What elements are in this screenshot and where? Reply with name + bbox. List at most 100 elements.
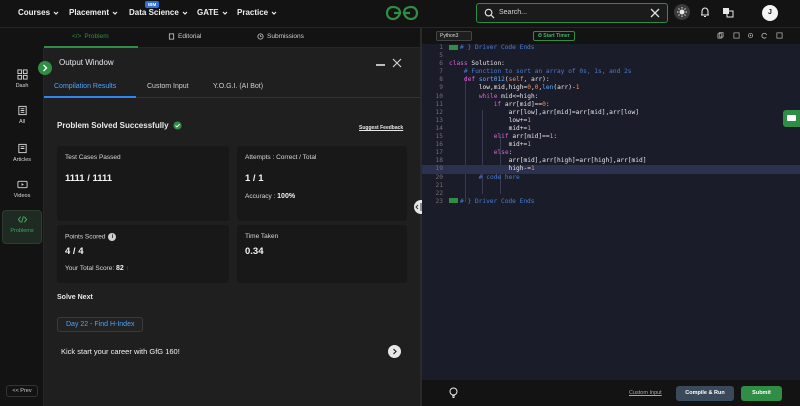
line-number: 7 <box>439 68 443 76</box>
code-line[interactable]: 10 while mid<=high: <box>422 93 800 101</box>
tab-problem[interactable]: </> Problem <box>72 33 109 40</box>
code-line[interactable]: 18 arr[mid],arr[high]=arr[high],arr[mid] <box>422 157 800 165</box>
editor-toolbar: Python3 ⏱ Start Timer <box>422 28 800 44</box>
start-timer-button[interactable]: ⏱ Start Timer <box>533 31 575 41</box>
chevron-down-icon <box>222 11 228 15</box>
gfg-logo[interactable] <box>385 5 419 21</box>
tab-editorial-label: Editorial <box>178 33 202 40</box>
code-text: low+=1 <box>449 116 531 124</box>
ibm-badge: IBM <box>145 1 160 8</box>
code-line[interactable]: 11 if arr[mid]==0: <box>422 101 800 109</box>
tab-compilation-results[interactable]: Compilation Results <box>54 83 116 90</box>
sidebar-item-dash[interactable]: Dash <box>2 66 42 100</box>
settings-icon[interactable] <box>747 32 754 39</box>
code-text: def sort012(self, arr): <box>463 76 550 84</box>
save-icon[interactable] <box>733 32 740 39</box>
search-input[interactable]: Search... <box>499 9 527 16</box>
code-line[interactable]: 6 class Solution: <box>422 60 800 68</box>
minimize-icon[interactable] <box>376 64 385 66</box>
compile-run-button[interactable]: Compile & Run <box>676 386 734 401</box>
nav-courses[interactable]: Courses <box>18 8 59 17</box>
chat-float-button[interactable] <box>783 110 800 127</box>
theme-toggle-button[interactable] <box>674 4 690 20</box>
avatar[interactable]: J <box>762 5 778 21</box>
code-line[interactable]: 22 <box>422 190 800 198</box>
fold-marker-icon[interactable] <box>449 44 458 50</box>
sidebar-item-problems[interactable]: Problems <box>2 210 42 244</box>
left-sidebar: Dash All Articles Videos Problems << Pre… <box>0 48 44 406</box>
kickstart-arrow-button[interactable] <box>388 345 401 358</box>
line-number: 19 <box>435 165 443 173</box>
tab-custom-input[interactable]: Custom Input <box>147 83 189 90</box>
code-line[interactable]: 19 high-=1 <box>422 165 800 174</box>
tab-submissions[interactable]: Submissions <box>257 33 304 40</box>
fold-marker-icon[interactable] <box>449 198 458 204</box>
accuracy: Accuracy : 100% <box>245 193 295 200</box>
line-number: 1 <box>439 44 443 51</box>
code-line[interactable]: 16 mid+=1 <box>422 141 800 149</box>
collapse-toggle[interactable] <box>38 61 52 75</box>
chat-icon <box>787 115 796 121</box>
language-select[interactable]: Python3 <box>436 31 472 41</box>
nav-data-science[interactable]: Data Science <box>129 8 188 17</box>
code-line[interactable]: 8 def sort012(self, arr): <box>422 76 800 84</box>
code-text: mid+=1 <box>449 124 531 132</box>
info-icon[interactable]: i <box>108 233 117 241</box>
line-number: 22 <box>435 189 443 197</box>
card-label: Points Scored i <box>65 233 117 241</box>
code-line[interactable]: 23 # } Driver Code Ends <box>422 198 800 206</box>
code-line[interactable]: 14 mid+=1 <box>422 125 800 133</box>
code-text: class Solution: <box>449 60 505 68</box>
nav-practice[interactable]: Practice <box>237 8 277 17</box>
search-box[interactable]: Search... <box>476 3 668 23</box>
code-line[interactable]: 7 # Function to sort an array of 0s, 1s,… <box>422 68 800 76</box>
card-label: Test Cases Passed <box>65 154 121 161</box>
code-line[interactable]: 13 low+=1 <box>422 117 800 125</box>
tab-editorial[interactable]: Editorial <box>168 33 201 40</box>
code-area[interactable]: 1 # } Driver Code Ends 5 6 class Solution: 7 … <box>422 44 800 220</box>
attempts-card: Attempts : Correct / Total 1 / 1 Accurac… <box>237 146 407 221</box>
tab-yogi-ai-bot[interactable]: Y.O.G.I. (AI Bot) <box>213 83 263 90</box>
card-value: 1111 / 1111 <box>65 173 113 184</box>
check-circle-icon <box>173 121 182 130</box>
solve-next-heading: Solve Next <box>57 294 93 301</box>
nav-gate[interactable]: GATE <box>197 8 228 17</box>
close-icon[interactable] <box>649 7 661 19</box>
code-text: # } Driver Code Ends <box>449 198 535 206</box>
chevron-down-icon <box>112 11 118 15</box>
tab-submissions-label: Submissions <box>267 33 304 40</box>
suggest-feedback-link[interactable]: Suggest Feedback <box>359 125 403 131</box>
lightbulb-icon[interactable] <box>447 386 460 399</box>
reset-icon[interactable] <box>761 32 768 39</box>
custom-input-link[interactable]: Custom Input <box>629 390 662 396</box>
sidebar-item-all[interactable]: All <box>2 102 42 136</box>
submit-button[interactable]: Submit <box>741 386 782 401</box>
line-number: 9 <box>439 84 443 92</box>
code-line[interactable]: 1 # } Driver Code Ends <box>422 44 800 52</box>
code-line[interactable]: 20 # code here <box>422 174 800 182</box>
line-number: 20 <box>435 173 443 181</box>
sidebar-item-videos[interactable]: Videos <box>2 176 42 210</box>
prev-button[interactable]: << Prev <box>6 385 38 397</box>
tests-passed-card: Test Cases Passed 1111 / 1111 <box>57 146 229 221</box>
code-line[interactable]: 21 <box>422 182 800 190</box>
translate-icon[interactable] <box>722 6 734 18</box>
video-icon <box>16 180 28 189</box>
accuracy-value: 100% <box>277 193 296 200</box>
copy-icon[interactable] <box>717 32 724 39</box>
sidebar-item-articles[interactable]: Articles <box>2 140 42 174</box>
fullscreen-icon[interactable] <box>776 32 783 39</box>
close-icon[interactable] <box>392 58 402 68</box>
nav-placement[interactable]: Placement <box>69 8 118 17</box>
code-icon: </> <box>72 33 82 40</box>
code-line[interactable]: 5 <box>422 52 800 60</box>
code-line[interactable]: 12 arr[low],arr[mid]=arr[mid],arr[low] <box>422 109 800 117</box>
code-line[interactable]: 15 elif arr[mid]==1: <box>422 133 800 141</box>
code-line[interactable]: 17 else: <box>422 149 800 157</box>
arrow-up-icon: ↑ <box>125 265 129 272</box>
code-line[interactable]: 9 low,mid,high=0,0,len(arr)-1 <box>422 84 800 92</box>
bell-icon[interactable] <box>699 6 711 18</box>
next-problem-link[interactable]: Day 22 - Find H-Index <box>57 317 144 332</box>
app-root: Courses Placement IBM Data Science GATE … <box>0 0 800 406</box>
problem-tabs: </> Problem Editorial Submissions <box>44 28 420 48</box>
